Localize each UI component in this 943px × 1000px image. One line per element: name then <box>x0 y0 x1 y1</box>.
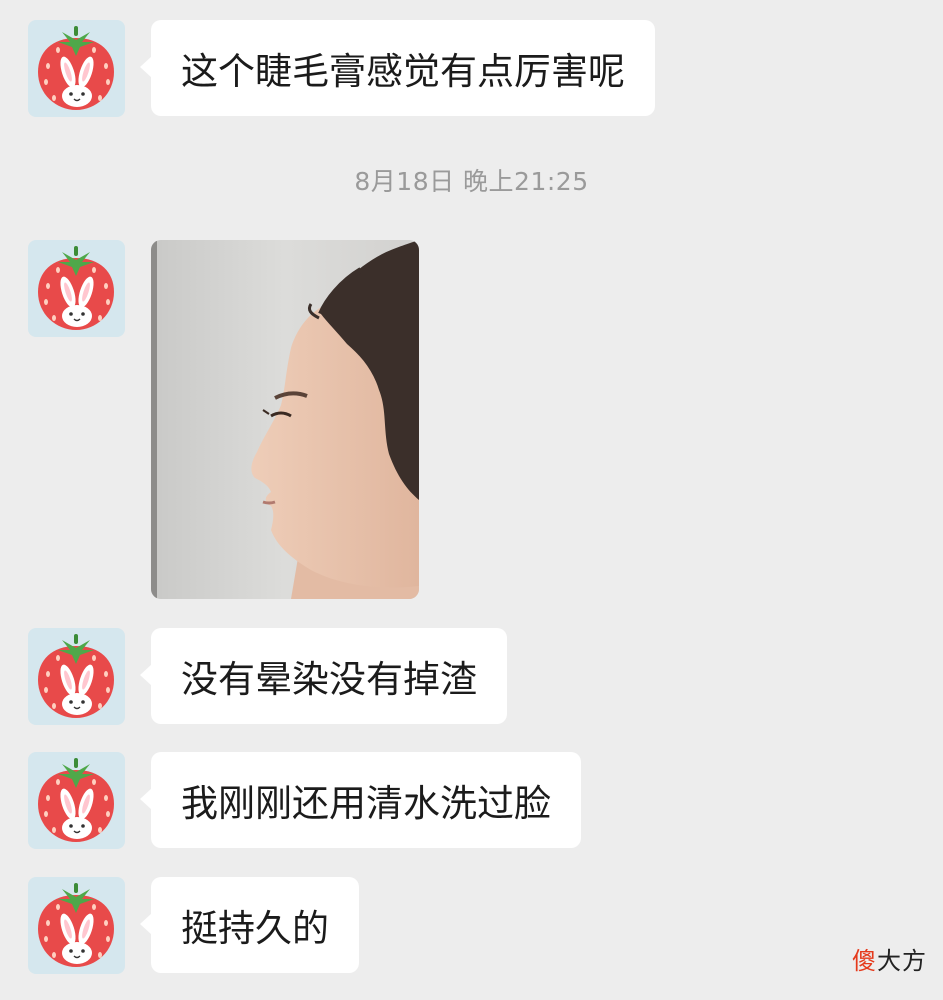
sender-avatar[interactable] <box>28 877 125 974</box>
sender-avatar[interactable] <box>28 752 125 849</box>
strawberry-bunny-icon <box>37 882 115 968</box>
profile-photo <box>151 240 419 599</box>
message-text: 我刚刚还用清水洗过脸 <box>181 782 551 825</box>
message-bubble[interactable]: 没有晕染没有掉渣 <box>140 628 507 724</box>
strawberry-bunny-icon <box>37 633 115 719</box>
message-text: 没有晕染没有掉渣 <box>181 658 477 701</box>
sender-avatar[interactable] <box>28 240 125 337</box>
message-text: 挺持久的 <box>181 907 329 950</box>
strawberry-bunny-icon <box>37 245 115 331</box>
message-bubble[interactable]: 这个睫毛膏感觉有点厉害呢 <box>140 20 655 116</box>
sender-avatar[interactable] <box>28 20 125 117</box>
watermark: 傻大方 <box>852 941 927 976</box>
chat-timestamp: 8月18日 晚上21:25 <box>354 167 589 196</box>
strawberry-bunny-icon <box>37 25 115 111</box>
message-text: 这个睫毛膏感觉有点厉害呢 <box>181 50 625 93</box>
strawberry-bunny-icon <box>37 757 115 843</box>
photo-message[interactable] <box>151 240 419 599</box>
sender-avatar[interactable] <box>28 628 125 725</box>
message-bubble[interactable]: 挺持久的 <box>140 877 359 973</box>
message-bubble[interactable]: 我刚刚还用清水洗过脸 <box>140 752 581 848</box>
watermark-first-char: 傻 <box>852 947 877 975</box>
watermark-rest: 大方 <box>877 947 927 975</box>
